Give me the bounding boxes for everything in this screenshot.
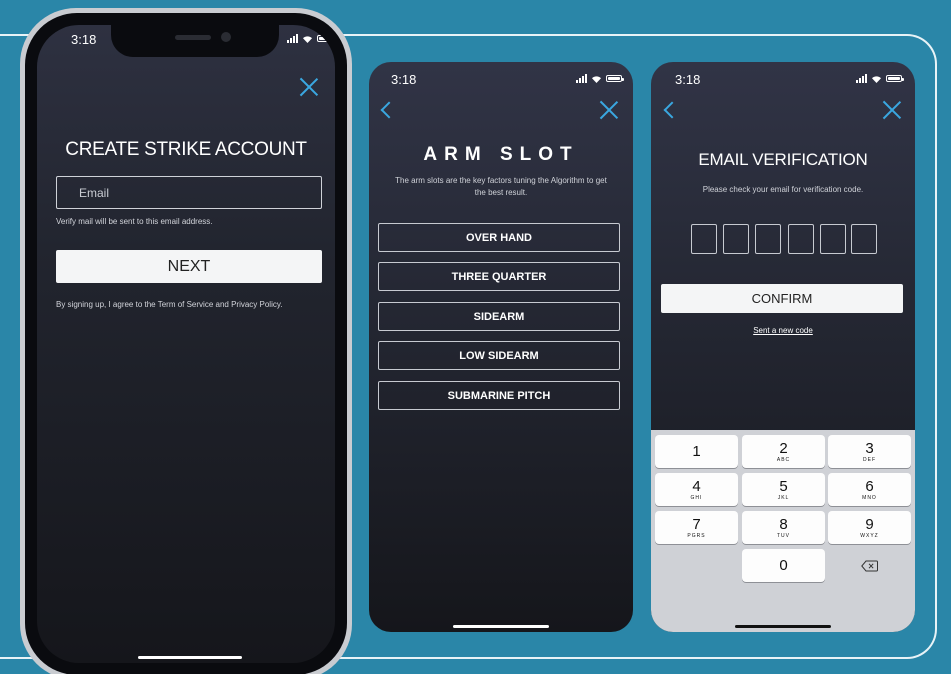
keypad-delete-key[interactable] — [828, 549, 911, 582]
keypad-key-8[interactable]: 8 TUV — [742, 511, 825, 544]
signal-icon — [856, 74, 867, 83]
phone-arm-slot: 3:18 ARM SLOT The arm slots are the key … — [369, 62, 633, 632]
status-icons — [856, 74, 904, 83]
page-subtitle: The arm slots are the key factors tuning… — [395, 176, 607, 197]
signal-icon — [576, 74, 587, 83]
keypad-key-2[interactable]: 2 ABC — [742, 435, 825, 468]
keypad-key-9[interactable]: 9 WXYZ — [828, 511, 911, 544]
keypad-key-3[interactable]: 3 DEF — [828, 435, 911, 468]
battery-icon — [606, 75, 624, 82]
status-time: 3:18 — [675, 72, 701, 87]
status-icons — [576, 74, 624, 83]
code-digit-box[interactable] — [788, 224, 814, 254]
back-chevron-icon[interactable] — [380, 101, 398, 119]
page-title: CREATE STRIKE ACCOUNT — [65, 139, 307, 160]
phone-email-verification: 3:18 EMAIL VERIFICATION Please check you… — [651, 62, 915, 632]
code-digit-box[interactable] — [755, 224, 781, 254]
page-title: EMAIL VERIFICATION — [698, 150, 868, 169]
confirm-button[interactable]: CONFIRM — [661, 284, 903, 313]
phone-notch — [111, 25, 279, 57]
close-icon[interactable] — [882, 100, 902, 120]
back-chevron-icon[interactable] — [663, 101, 681, 119]
home-indicator — [453, 625, 549, 628]
numeric-keypad: 1 2 ABC 3 DEF 4 GHI 5 JKL 6 MNO 7 PGRS 8 TUV 9W… — [651, 430, 915, 632]
code-digit-box[interactable] — [851, 224, 877, 254]
phone-bezel: 3:18 CREATE STRIKE ACCOUNT Verify mail w… — [25, 13, 347, 674]
arm-slot-option[interactable]: SIDEARM — [378, 302, 620, 331]
page-subtitle: Please check your email for verification… — [702, 185, 864, 194]
battery-icon — [317, 35, 335, 42]
status-time: 3:18 — [71, 32, 97, 47]
wifi-icon — [592, 75, 601, 83]
wifi-icon — [872, 75, 881, 83]
speaker-grille — [175, 35, 211, 40]
status-icons — [287, 34, 335, 43]
backspace-icon — [861, 560, 878, 572]
resend-code-link[interactable]: Sent a new code — [651, 326, 915, 335]
email-input[interactable] — [56, 176, 322, 209]
phone-create-account: 3:18 CREATE STRIKE ACCOUNT Verify mail w… — [20, 8, 352, 674]
home-indicator — [735, 625, 831, 628]
battery-icon — [886, 75, 904, 82]
create-account-screen: 3:18 CREATE STRIKE ACCOUNT Verify mail w… — [37, 25, 335, 663]
keypad-key-5[interactable]: 5 JKL — [742, 473, 825, 506]
arm-slot-option[interactable]: SUBMARINE PITCH — [378, 381, 620, 410]
keypad-key-6[interactable]: 6 MNO — [828, 473, 911, 506]
arm-slot-option[interactable]: THREE QUARTER — [378, 262, 620, 291]
next-button[interactable]: NEXT — [56, 250, 322, 283]
arm-slot-option[interactable]: OVER HAND — [378, 223, 620, 252]
code-digit-box[interactable] — [691, 224, 717, 254]
keypad-key-0[interactable]: 0 — [742, 549, 825, 582]
keypad-key-4[interactable]: 4 GHI — [655, 473, 738, 506]
code-digit-box[interactable] — [723, 224, 749, 254]
terms-text[interactable]: By signing up, I agree to the Term of Se… — [56, 297, 286, 312]
page-title: ARM SLOT — [423, 144, 579, 165]
home-indicator — [138, 656, 242, 659]
status-time: 3:18 — [391, 72, 417, 87]
camera-icon — [221, 32, 231, 42]
signal-icon — [287, 34, 298, 43]
close-icon[interactable] — [299, 77, 319, 97]
arm-slot-option[interactable]: LOW SIDEARM — [378, 341, 620, 370]
close-icon[interactable] — [599, 100, 619, 120]
code-digit-box[interactable] — [820, 224, 846, 254]
keypad-key-7[interactable]: 7 PGRS — [655, 511, 738, 544]
keypad-key-1[interactable]: 1 — [655, 435, 738, 468]
wifi-icon — [303, 35, 312, 43]
email-hint: Verify mail will be sent to this email a… — [56, 217, 213, 226]
